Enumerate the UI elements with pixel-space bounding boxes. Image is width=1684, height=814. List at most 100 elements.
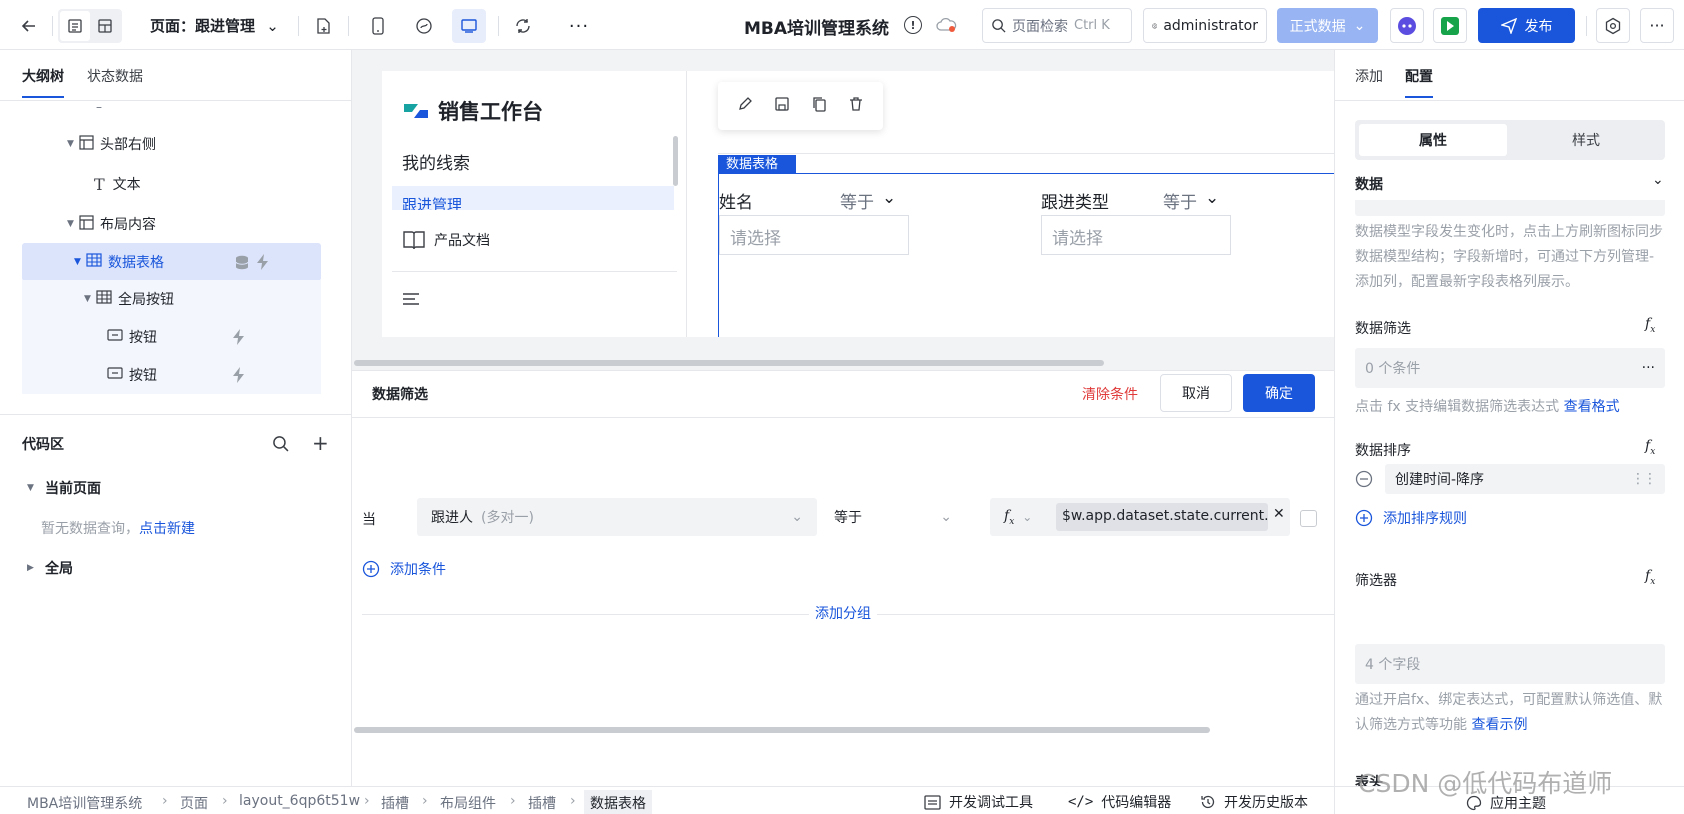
canvas-horizontal-scrollbar[interactable] (354, 360, 1104, 366)
more-menu-icon[interactable]: ··· (1640, 8, 1674, 43)
code-editor-button[interactable]: </> 代码编辑器 (1068, 792, 1171, 812)
tree-node-button-1[interactable]: 按钮 (22, 318, 321, 356)
table-selection-tag[interactable]: 数据表格 (718, 155, 796, 174)
menu-item-my-leads[interactable]: 我的线索 (402, 149, 470, 174)
sidebar-scrollbar[interactable] (673, 136, 678, 186)
refresh-icon[interactable] (506, 9, 540, 43)
search-icon[interactable] (272, 435, 289, 456)
more-icon[interactable]: ··· (1642, 360, 1655, 376)
tree-node-button-2[interactable]: 按钮 (22, 356, 321, 394)
current-page-group[interactable]: ▼ 当前页面 (27, 478, 101, 498)
fx-icon[interactable]: fx (1645, 568, 1655, 587)
fx-icon[interactable]: fx (1645, 438, 1655, 457)
filter-name-select[interactable]: 请选择 (719, 215, 909, 255)
button-node-icon (107, 367, 123, 383)
layout-icon[interactable] (90, 11, 120, 41)
condition-field-select[interactable]: 跟进人 (多对一) ⌄ (417, 498, 817, 536)
breadcrumb-item[interactable]: 布局组件 (440, 793, 496, 813)
confirm-button[interactable]: 确定 (1243, 374, 1315, 412)
chevron-down-icon[interactable]: ⌄ (1652, 172, 1664, 188)
history-button[interactable]: 开发历史版本 (1200, 792, 1308, 812)
filter-conditions-box[interactable]: 0 个条件 ··· (1355, 348, 1665, 388)
expression-tag[interactable]: $w.app.dataset.state.current... (1056, 503, 1268, 531)
breadcrumb-item[interactable]: 页面 (180, 793, 208, 813)
filter-name-operator[interactable]: 等于 ⌄ (840, 188, 896, 213)
tab-config[interactable]: 配置 (1405, 66, 1433, 98)
tree-node-layout-content[interactable]: ▼ 布局内容 (22, 205, 321, 243)
tab-outline[interactable]: 大纲树 (22, 66, 64, 98)
tree-node-text[interactable]: T 文本 (22, 165, 321, 203)
segment-attributes[interactable]: 属性 (1359, 124, 1507, 156)
miniprogram-icon[interactable] (407, 9, 441, 43)
copy-icon[interactable] (811, 96, 827, 116)
breadcrumb-item[interactable]: 插槽 (528, 793, 556, 813)
selector-fields-box[interactable]: 4 个字段 (1355, 644, 1665, 684)
filter-horizontal-scrollbar[interactable] (354, 727, 1210, 733)
fx-icon[interactable]: fx (1645, 316, 1655, 335)
cancel-button[interactable]: 取消 (1160, 374, 1232, 412)
add-group-button[interactable]: 添加分组 (809, 606, 877, 622)
view-example-link[interactable]: 查看示例 (1471, 717, 1527, 733)
database-icon[interactable] (235, 255, 249, 274)
remove-sort-icon[interactable] (1355, 470, 1373, 492)
desktop-preview-icon[interactable] (452, 9, 486, 43)
condition-operator-select[interactable]: 等于 ⌄ (828, 498, 958, 536)
info-icon[interactable]: ! (904, 16, 922, 34)
condition-checkbox[interactable] (1300, 510, 1317, 527)
breadcrumb-current[interactable]: 数据表格 (584, 790, 652, 814)
settings-icon[interactable] (1596, 8, 1630, 43)
page-list-icon[interactable] (60, 11, 90, 41)
new-page-icon[interactable] (306, 9, 340, 43)
run-icon[interactable] (1433, 8, 1467, 43)
publish-button[interactable]: 发布 (1478, 8, 1575, 43)
more-icon[interactable]: ··· (562, 9, 596, 43)
env-selector[interactable]: 正式数据 ⌄ (1277, 8, 1378, 43)
lightning-icon[interactable] (232, 329, 246, 349)
segment-styles[interactable]: 样式 (1511, 124, 1661, 156)
menu-item-product-docs[interactable]: 产品文档 (402, 229, 490, 251)
app-theme-button[interactable]: 应用主题 (1466, 793, 1546, 813)
page-selector[interactable]: 页面：跟进管理 ⌄ (150, 15, 279, 36)
chevron-down-icon[interactable]: ⌄ (1022, 510, 1032, 524)
condition-value-input[interactable]: fx ⌄ $w.app.dataset.state.current... ✕ (990, 498, 1290, 536)
data-model-box[interactable] (1355, 200, 1665, 216)
global-group[interactable]: ▶ 全局 (27, 558, 73, 578)
cloud-status-icon[interactable] (936, 16, 958, 38)
add-condition-button[interactable]: 添加条件 (362, 559, 446, 579)
data-table-component[interactable]: 姓名 等于 ⌄ 请选择 跟进类型 等于 ⌄ 请选择 (718, 173, 1334, 337)
sort-rule-item[interactable]: 创建时间-降序 ⋮⋮ (1385, 464, 1665, 494)
breadcrumb-item[interactable]: 插槽 (381, 793, 409, 813)
mobile-preview-icon[interactable] (361, 9, 395, 43)
create-query-link[interactable]: 点击新建 (139, 521, 195, 537)
view-format-link[interactable]: 查看格式 (1564, 399, 1620, 415)
menu-item-follow-up[interactable]: 跟进管理 (392, 186, 674, 210)
devtools-button[interactable]: 开发调试工具 (924, 792, 1033, 812)
filter-type-operator[interactable]: 等于 ⌄ (1163, 188, 1219, 213)
breadcrumb-item[interactable]: layout_6qp6t51w (239, 793, 360, 809)
clear-conditions-button[interactable]: 清除条件 (1082, 384, 1138, 404)
page-search-input[interactable]: 页面检索 Ctrl K (982, 8, 1132, 43)
drag-handle-icon[interactable]: ⋮⋮ (1631, 471, 1657, 487)
tree-node-header-right[interactable]: ▼ 头部右侧 (22, 125, 321, 163)
tree-node-data-table[interactable]: ▼ 数据表格 (22, 243, 321, 281)
tab-state-data[interactable]: 状态数据 (87, 66, 143, 86)
fx-icon[interactable]: fx (996, 508, 1022, 527)
tab-add[interactable]: 添加 (1355, 66, 1383, 86)
tree-node-global-buttons[interactable]: ▼ 全局按钮 (22, 280, 321, 318)
edit-icon[interactable] (737, 96, 753, 116)
back-arrow-icon[interactable] (12, 9, 46, 43)
breadcrumb-item[interactable]: MBA培训管理系统 (27, 793, 142, 813)
user-menu[interactable]: administrator (1143, 8, 1267, 43)
close-icon[interactable]: ✕ (1273, 506, 1285, 522)
ai-assistant-icon[interactable] (1390, 8, 1424, 43)
lightning-icon[interactable] (256, 254, 270, 274)
save-icon[interactable] (774, 96, 790, 116)
add-icon[interactable]: + (312, 431, 329, 455)
filter-type-select[interactable]: 请选择 (1041, 215, 1231, 255)
menu-collapse-icon[interactable] (402, 291, 420, 311)
delete-icon[interactable] (848, 96, 864, 116)
caret-down-icon: ▼ (67, 219, 74, 229)
app-title: MBA培训管理系统 (744, 19, 890, 39)
add-sort-button[interactable]: 添加排序规则 (1355, 508, 1467, 528)
lightning-icon[interactable] (232, 367, 246, 387)
